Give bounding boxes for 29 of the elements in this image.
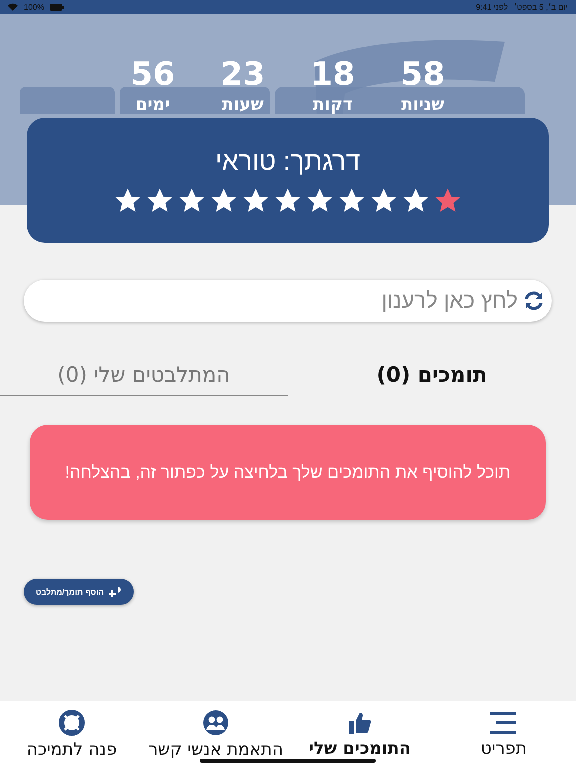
nav-tab[interactable]: תפריט [432, 701, 576, 768]
countdown-value: 18 [310, 54, 356, 94]
wifi-icon [8, 3, 18, 11]
menu-icon [490, 710, 518, 734]
tab[interactable]: המתלבטים שלי (0) [0, 355, 288, 396]
people-icon [203, 710, 229, 736]
tab[interactable]: תומכים (0) [288, 355, 576, 396]
countdown-value: 58 [400, 54, 446, 94]
refresh-icon[interactable] [522, 289, 546, 313]
lifebuoy-icon [59, 710, 85, 736]
thumbs-up-icon [348, 710, 372, 734]
add-supporter-button[interactable]: הוסף תומך/מתלבט [24, 579, 134, 605]
time-text: 9:41 לפני [476, 2, 508, 12]
countdown-value: 23 [220, 54, 266, 94]
nav-tab[interactable]: פנה לתמיכה [0, 701, 144, 768]
countdown-unit: שעות [222, 94, 264, 116]
date-text: יום ב׳, 5 בספט׳ [514, 2, 568, 12]
battery-percent: 100% [24, 2, 44, 12]
countdown-value: 56 [130, 54, 176, 94]
rank-title: דרגתך: טוראי [216, 146, 360, 177]
refresh-field[interactable]: לחץ כאן לרענון [24, 280, 552, 322]
notice-text: תוכל להוסיף את התומכים שלך בלחיצה על כפתור זה, בהצלחה! [65, 462, 511, 482]
add-person-icon [108, 586, 122, 598]
nav-tab[interactable]: התאמת אנשי קשר [144, 701, 288, 768]
nav-tab[interactable]: התומכים שלי [288, 701, 432, 768]
countdown-unit: דקות [313, 94, 353, 116]
countdown-unit: ימים [136, 94, 170, 116]
battery-icon [50, 4, 64, 10]
countdown-unit: שניות [401, 94, 445, 116]
